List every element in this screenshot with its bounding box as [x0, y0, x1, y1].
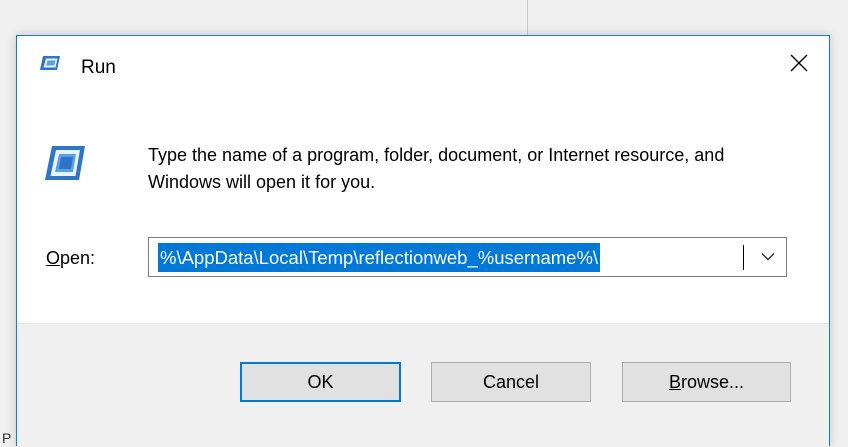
dialog-description: Type the name of a program, folder, docu… [148, 145, 725, 192]
open-label: Open: [46, 246, 95, 270]
background-text: P [2, 430, 12, 446]
cancel-button[interactable]: Cancel [431, 362, 591, 402]
chevron-down-icon [761, 248, 775, 266]
browse-button[interactable]: Browse... [622, 362, 791, 402]
open-label-text: pen: [60, 248, 96, 268]
open-input[interactable]: %\AppData\Local\Temp\reflectionweb_%user… [158, 243, 601, 272]
text-caret [743, 245, 744, 270]
title-bar[interactable]: Run [17, 36, 829, 98]
background-divider [527, 0, 528, 40]
run-icon [39, 55, 61, 76]
button-bar: OK Cancel Browse... [17, 323, 829, 447]
run-icon [43, 144, 87, 187]
browse-label: rowse... [680, 371, 745, 392]
run-dialog: Run Type the name of a program, folder, … [16, 35, 830, 447]
browse-mnemonic: B [668, 371, 681, 392]
dropdown-button[interactable] [750, 238, 786, 276]
close-button[interactable] [769, 36, 829, 94]
ok-button[interactable]: OK [240, 362, 401, 402]
open-combobox[interactable]: %\AppData\Local\Temp\reflectionweb_%user… [148, 237, 787, 277]
window-title: Run [81, 57, 116, 78]
close-icon [790, 54, 808, 77]
open-label-mnemonic: O [46, 248, 61, 268]
